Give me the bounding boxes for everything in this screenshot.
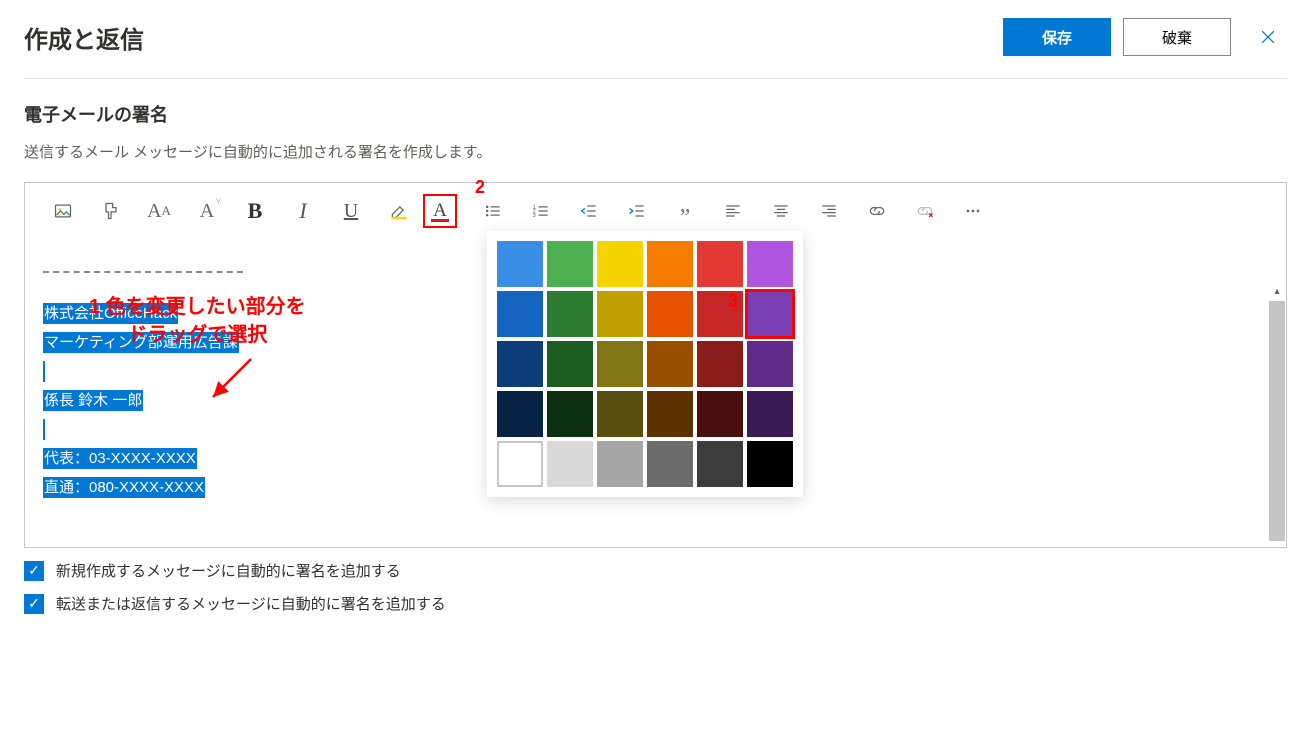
signature-editor: 2 3 AA A˅ B I U A 123 ”	[24, 182, 1287, 548]
color-swatch[interactable]	[597, 441, 643, 487]
annotation-3: 3	[728, 291, 738, 312]
color-swatch[interactable]	[547, 441, 593, 487]
color-swatch[interactable]	[697, 391, 743, 437]
header: 作成と返信 保存 破棄	[24, 18, 1287, 79]
format-painter-icon[interactable]	[87, 193, 135, 229]
color-swatch[interactable]	[597, 291, 643, 337]
increase-indent-icon[interactable]	[613, 193, 661, 229]
svg-text:3: 3	[533, 213, 536, 219]
insert-image-icon[interactable]	[39, 193, 87, 229]
color-swatch[interactable]	[647, 441, 693, 487]
color-swatch[interactable]	[497, 241, 543, 287]
save-button[interactable]: 保存	[1003, 18, 1111, 56]
font-family-icon[interactable]: AA	[135, 193, 183, 229]
discard-button[interactable]: 破棄	[1123, 18, 1231, 56]
checkbox-new-message-label: 新規作成するメッセージに自動的に署名を追加する	[56, 560, 401, 581]
color-swatch[interactable]	[497, 391, 543, 437]
insert-link-icon[interactable]	[853, 193, 901, 229]
color-swatch[interactable]	[647, 341, 693, 387]
checkbox-reply-forward[interactable]: ✓ 転送または返信するメッセージに自動的に署名を追加する	[24, 593, 1287, 614]
signature-line-4[interactable]: 代表：03-XXXX-XXXX	[43, 448, 197, 469]
font-size-icon[interactable]: A˅	[183, 193, 231, 229]
signature-line-3[interactable]: 係長 鈴木 一郎	[43, 390, 143, 411]
more-options-icon[interactable]	[949, 193, 997, 229]
scrollbar-thumb[interactable]	[1269, 301, 1285, 541]
color-swatch[interactable]	[697, 441, 743, 487]
color-swatch[interactable]	[697, 341, 743, 387]
format-toolbar: AA A˅ B I U A 123 ”	[25, 183, 1286, 237]
color-swatch[interactable]	[647, 391, 693, 437]
color-swatch[interactable]	[747, 391, 793, 437]
color-swatch[interactable]	[747, 241, 793, 287]
signature-divider	[43, 271, 243, 273]
page-title: 作成と返信	[24, 20, 144, 55]
align-left-icon[interactable]	[709, 193, 757, 229]
scroll-up-arrow[interactable]: ▴	[1269, 283, 1285, 299]
color-swatch[interactable]	[497, 341, 543, 387]
signature-line-5[interactable]: 直通：080-XXXX-XXXX	[43, 477, 205, 498]
section-description: 送信するメール メッセージに自動的に追加される署名を作成します。	[24, 141, 1287, 162]
annotation-2: 2	[475, 177, 485, 198]
color-swatch[interactable]	[747, 291, 793, 337]
annotation-callout: 1 色を変更したい部分を ドラッグで選択	[89, 293, 306, 349]
color-swatch[interactable]	[597, 241, 643, 287]
highlight-icon[interactable]	[375, 193, 423, 229]
color-swatch[interactable]	[547, 391, 593, 437]
color-swatch[interactable]	[647, 241, 693, 287]
signature-blank-1[interactable]	[43, 361, 45, 382]
align-center-icon[interactable]	[757, 193, 805, 229]
color-swatch[interactable]	[747, 341, 793, 387]
close-icon[interactable]	[1249, 18, 1287, 56]
color-palette	[487, 231, 803, 497]
color-swatch[interactable]	[697, 241, 743, 287]
color-swatch[interactable]	[597, 391, 643, 437]
color-swatch[interactable]	[747, 441, 793, 487]
numbered-list-icon[interactable]: 123	[517, 193, 565, 229]
checkbox-reply-forward-label: 転送または返信するメッセージに自動的に署名を追加する	[56, 593, 446, 614]
bullet-list-icon[interactable]	[469, 193, 517, 229]
color-swatch[interactable]	[547, 241, 593, 287]
color-swatch[interactable]	[597, 341, 643, 387]
decrease-indent-icon[interactable]	[565, 193, 613, 229]
align-right-icon[interactable]	[805, 193, 853, 229]
signature-blank-2[interactable]	[43, 419, 45, 440]
font-color-icon[interactable]: A	[423, 194, 457, 228]
underline-icon[interactable]: U	[327, 193, 375, 229]
color-swatch[interactable]	[547, 291, 593, 337]
checkbox-checked-icon[interactable]: ✓	[24, 561, 44, 581]
color-swatch[interactable]	[497, 291, 543, 337]
checkbox-new-message[interactable]: ✓ 新規作成するメッセージに自動的に署名を追加する	[24, 560, 1287, 581]
quote-icon[interactable]: ”	[661, 193, 709, 229]
color-swatch[interactable]	[647, 291, 693, 337]
color-swatch[interactable]	[547, 341, 593, 387]
color-swatch[interactable]	[497, 441, 543, 487]
section-heading: 電子メールの署名	[24, 101, 1287, 127]
annotation-arrow-icon	[203, 355, 263, 407]
header-actions: 保存 破棄	[1003, 18, 1287, 56]
checkbox-checked-icon[interactable]: ✓	[24, 594, 44, 614]
remove-link-icon[interactable]	[901, 193, 949, 229]
bold-icon[interactable]: B	[231, 193, 279, 229]
italic-icon[interactable]: I	[279, 193, 327, 229]
